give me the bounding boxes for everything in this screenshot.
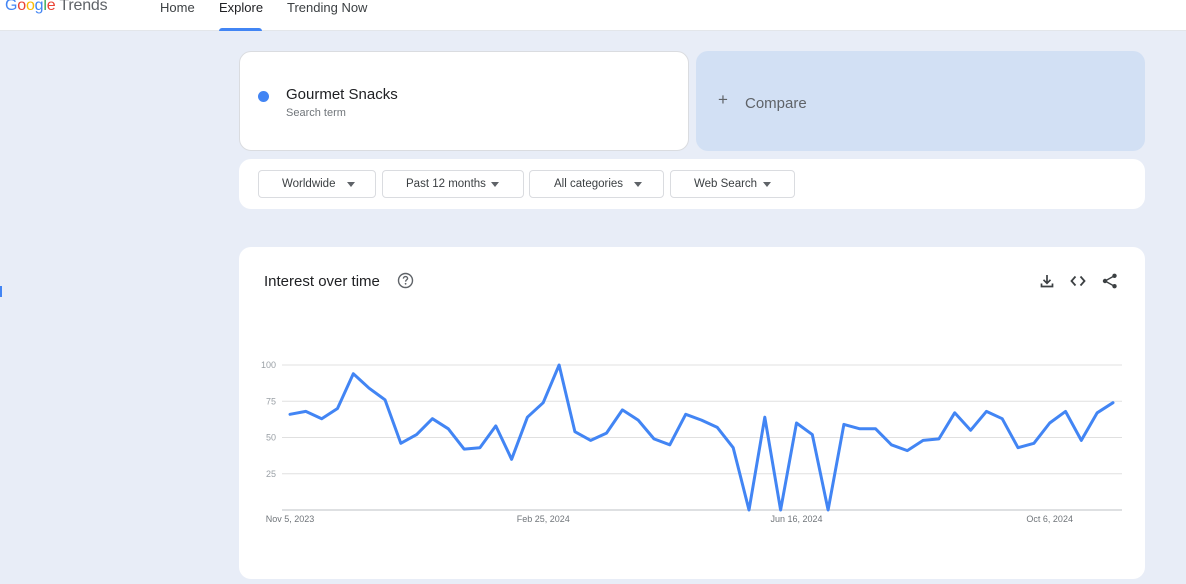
google-trends-logo[interactable]: Google Trends [5, 0, 108, 15]
region-filter[interactable]: Worldwide [258, 170, 376, 198]
y-tick-label: 75 [266, 396, 276, 406]
term-color-dot [258, 91, 269, 102]
search-term-type: Search term [286, 107, 346, 119]
category-filter-label: All categories [554, 178, 624, 190]
region-filter-label: Worldwide [282, 178, 336, 190]
x-tick-label: Nov 5, 2023 [266, 514, 315, 524]
x-tick-label: Jun 16, 2024 [770, 514, 822, 524]
chevron-down-icon [763, 182, 771, 187]
nav-home[interactable]: Home [160, 0, 195, 31]
category-filter[interactable]: All categories [529, 170, 664, 198]
chevron-down-icon [491, 182, 499, 187]
logo-trends: Trends [59, 0, 108, 14]
plus-icon: + [718, 90, 728, 109]
search-term-name[interactable]: Gourmet Snacks [286, 86, 398, 103]
chevron-down-icon [634, 182, 642, 187]
nav-explore-label: Explore [219, 0, 264, 15]
nav-home-label: Home [160, 0, 195, 15]
nav-explore[interactable]: Explore [219, 0, 263, 31]
nav-trending-now[interactable]: Trending Now [287, 0, 367, 31]
filters-bar: Worldwide Past 12 months All categories … [239, 159, 1145, 209]
interest-line-chart: 25 50 75 100 Nov 5, 2023 Feb 25, 2024 Jun 16, … [261, 360, 1122, 524]
time-range-filter[interactable]: Past 12 months [382, 170, 524, 198]
interest-over-time-card: Interest over time 25 50 75 100 Nov 5, 2023 F… [239, 247, 1145, 579]
search-term-card[interactable]: Gourmet Snacks Search term [239, 51, 689, 151]
compare-label: Compare [745, 95, 807, 112]
y-tick-label: 100 [261, 360, 276, 370]
logo-google: Google [5, 0, 56, 14]
y-tick-label: 25 [266, 469, 276, 479]
search-type-filter[interactable]: Web Search [670, 170, 795, 198]
compare-button[interactable]: + Compare [696, 51, 1145, 151]
chevron-down-icon [347, 182, 355, 187]
search-type-filter-label: Web Search [694, 178, 758, 190]
nav-trending-now-label: Trending Now [287, 0, 368, 15]
time-range-filter-label: Past 12 months [406, 178, 486, 190]
top-bar: Google Trends Home Explore Trending Now [0, 0, 1186, 31]
side-indicator [0, 286, 2, 297]
x-tick-label: Feb 25, 2024 [517, 514, 570, 524]
y-tick-label: 50 [266, 433, 276, 443]
x-tick-label: Oct 6, 2024 [1026, 514, 1073, 524]
